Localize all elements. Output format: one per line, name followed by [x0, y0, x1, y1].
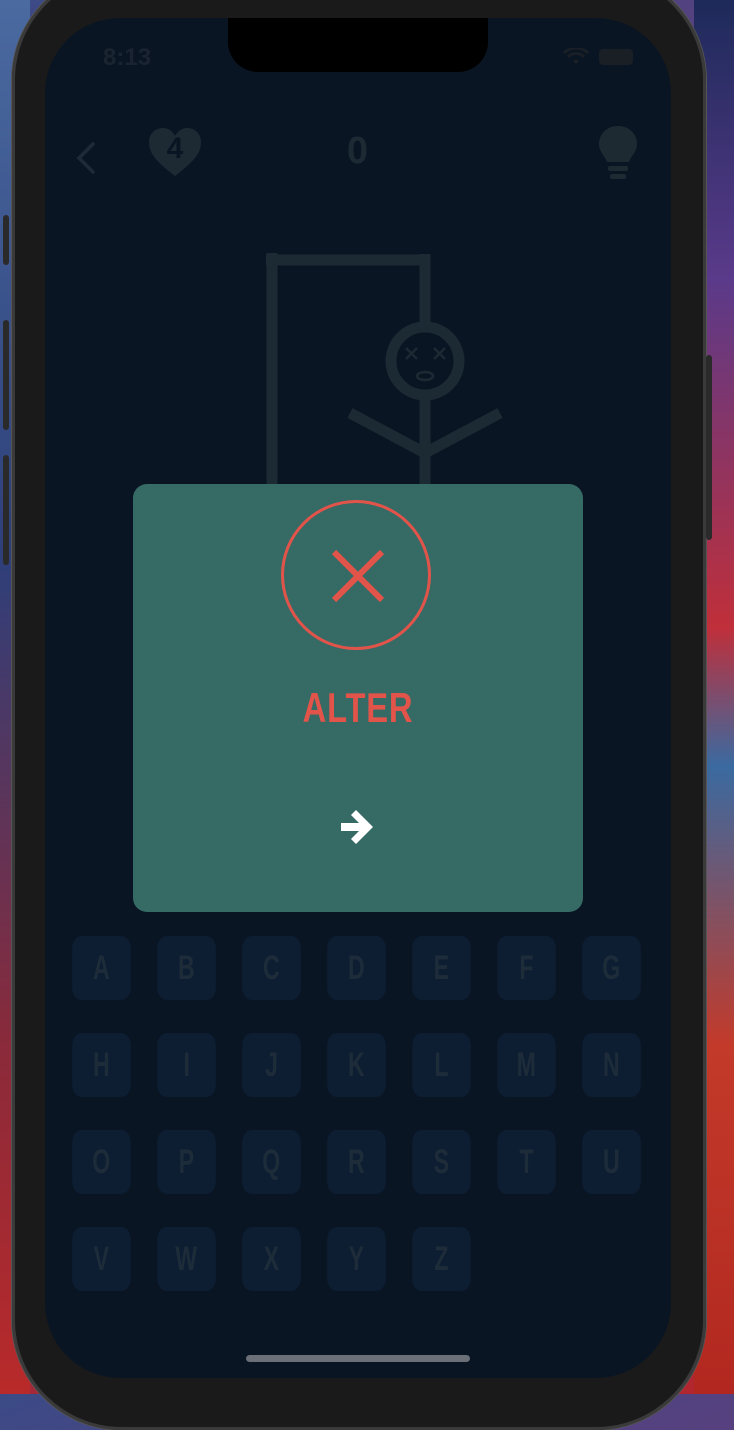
keyboard-row: V W X Y Z [65, 1227, 655, 1291]
key-j[interactable]: J [242, 1033, 301, 1097]
key-z[interactable]: Z [412, 1227, 471, 1291]
key-u[interactable]: U [582, 1130, 641, 1194]
key-p[interactable]: P [157, 1130, 216, 1194]
arrow-right-icon[interactable] [339, 810, 375, 844]
key-m[interactable]: M [497, 1033, 556, 1097]
key-w[interactable]: W [157, 1227, 216, 1291]
hint-bulb-icon[interactable] [597, 124, 639, 180]
score: 0 [346, 130, 370, 172]
key-f[interactable]: F [497, 936, 556, 1000]
key-e[interactable]: E [412, 936, 471, 1000]
volume-down-button [3, 455, 9, 565]
key-c[interactable]: C [242, 936, 301, 1000]
key-r[interactable]: R [327, 1130, 386, 1194]
key-v[interactable]: V [72, 1227, 131, 1291]
key-s[interactable]: S [412, 1130, 471, 1194]
key-d[interactable]: D [327, 936, 386, 1000]
key-o[interactable]: O [72, 1130, 131, 1194]
status-time: 8:13 [103, 44, 152, 71]
keyboard-row: O P Q R S T U [65, 1130, 655, 1194]
key-t[interactable]: T [497, 1130, 556, 1194]
key-i[interactable]: I [157, 1033, 216, 1097]
keyboard-row: A B C D E F G [65, 936, 655, 1000]
wifi-icon [563, 48, 589, 64]
key-x[interactable]: X [242, 1227, 301, 1291]
volume-up-button [3, 320, 9, 430]
key-q[interactable]: Q [242, 1130, 301, 1194]
close-icon [331, 549, 385, 603]
power-button [706, 355, 712, 540]
notch [228, 18, 488, 72]
key-n[interactable]: N [582, 1033, 641, 1097]
letter-keyboard: A B C D E F G H I J K L M N O P Q R S T … [65, 936, 655, 1324]
key-b[interactable]: B [157, 936, 216, 1000]
solution-word: ALTER [302, 684, 414, 731]
status-icons [563, 48, 633, 66]
key-l[interactable]: L [412, 1033, 471, 1097]
key-g[interactable]: G [582, 936, 641, 1000]
home-indicator[interactable] [246, 1355, 470, 1362]
key-a[interactable]: A [72, 936, 131, 1000]
key-y[interactable]: Y [327, 1227, 386, 1291]
key-k[interactable]: K [327, 1033, 386, 1097]
battery-icon [599, 49, 633, 65]
game-over-dialog: ALTER [133, 484, 583, 912]
keyboard-row: H I J K L M N [65, 1033, 655, 1097]
key-h[interactable]: H [72, 1033, 131, 1097]
hangman-figure [266, 253, 503, 508]
mute-switch [3, 215, 9, 265]
